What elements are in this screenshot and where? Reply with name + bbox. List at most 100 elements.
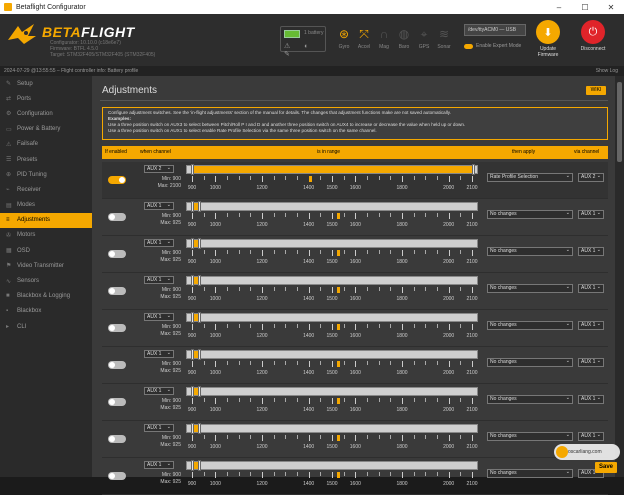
scale-tick: [262, 435, 263, 441]
range-handle-low[interactable]: [191, 238, 194, 249]
close-button[interactable]: ✕: [598, 3, 624, 12]
enable-toggle[interactable]: [108, 287, 126, 295]
via-channel-select[interactable]: AUX 1: [578, 247, 604, 256]
range-handle-low[interactable]: [191, 312, 194, 323]
range-slider[interactable]: [186, 312, 478, 323]
via-channel-select[interactable]: AUX 1: [578, 321, 604, 330]
function-select[interactable]: No changes: [487, 210, 573, 219]
range-slider[interactable]: [186, 275, 478, 286]
sidebar-item-motors[interactable]: ✇ Motors: [0, 228, 92, 243]
sidebar-item-osd[interactable]: ▦ OSD: [0, 243, 92, 258]
via-channel-select[interactable]: AUX 1: [578, 210, 604, 219]
col-range: is in range: [317, 149, 341, 155]
expert-mode-toggle[interactable]: [464, 44, 473, 49]
range-handle-high[interactable]: [197, 349, 201, 360]
range-slider[interactable]: [186, 460, 478, 471]
function-select[interactable]: No changes: [487, 395, 573, 404]
range-handle-low[interactable]: [191, 349, 194, 360]
enable-toggle[interactable]: [108, 361, 126, 369]
range-handle-high[interactable]: [197, 312, 201, 323]
via-channel-select[interactable]: AUX 2: [578, 173, 604, 182]
sidebar-item-configuration[interactable]: ⚙ Configuration: [0, 106, 92, 121]
enable-toggle[interactable]: [108, 324, 126, 332]
via-channel-select[interactable]: AUX 1: [578, 358, 604, 367]
function-select[interactable]: No changes: [487, 284, 573, 293]
function-select[interactable]: No changes: [487, 358, 573, 367]
channel-select[interactable]: AUX 1: [144, 387, 174, 395]
sensor-1: ⤧ Accel: [354, 24, 374, 58]
scale-tick: [273, 398, 275, 402]
sidebar-item-receiver[interactable]: ⌁ Receiver: [0, 182, 92, 197]
disconnect-button[interactable]: ⏻ Disconnect: [578, 20, 608, 66]
sidebar-item-cli[interactable]: ▸ CLI: [0, 319, 92, 334]
function-select[interactable]: No changes: [487, 247, 573, 256]
sidebar-item-video-transmitter[interactable]: ⚑ Video Transmitter: [0, 258, 92, 273]
channel-select[interactable]: AUX 1: [144, 202, 174, 210]
range-handle-high[interactable]: [197, 275, 201, 286]
function-select[interactable]: No changes: [487, 321, 573, 330]
channel-select[interactable]: AUX 1: [144, 350, 174, 358]
scale-label: 1400: [303, 259, 315, 265]
range-handle-high[interactable]: [197, 423, 201, 434]
sidebar-item-adjustments[interactable]: ≡ Adjustments: [0, 212, 92, 228]
port-select[interactable]: /dev/ttyACM0 — USB: [464, 24, 526, 36]
via-channel-select[interactable]: AUX 1: [578, 395, 604, 404]
range-slider[interactable]: [186, 349, 478, 360]
scale-tick: [262, 250, 263, 256]
scrollbar-thumb[interactable]: [617, 82, 622, 162]
channel-select[interactable]: AUX 1: [144, 239, 174, 247]
range-handle-low[interactable]: [191, 201, 194, 212]
sidebar-item-ports[interactable]: ⇄ Ports: [0, 91, 92, 106]
enable-toggle[interactable]: [108, 435, 126, 443]
range-handle-high[interactable]: [197, 460, 201, 471]
wiki-button[interactable]: WIKI: [586, 86, 606, 95]
range-slider[interactable]: [186, 164, 478, 175]
range-slider[interactable]: [186, 386, 478, 397]
sidebar-item-label: Adjustments: [17, 217, 51, 224]
channel-select[interactable]: AUX 1: [144, 313, 174, 321]
range-handle-high[interactable]: [472, 164, 475, 175]
range-handle-high[interactable]: [197, 238, 201, 249]
function-select[interactable]: No changes: [487, 432, 573, 441]
channel-select[interactable]: AUX 2: [144, 165, 174, 173]
sidebar-item-pid-tuning[interactable]: ⊕ PID Tuning: [0, 167, 92, 182]
enable-toggle[interactable]: [108, 176, 126, 184]
range-handle-low[interactable]: [191, 275, 194, 286]
sidebar-item-blackbox[interactable]: ▪ Blackbox: [0, 304, 92, 319]
sidebar-item-setup[interactable]: ✎ Setup: [0, 76, 92, 91]
maximize-button[interactable]: ☐: [572, 3, 598, 12]
via-channel-select[interactable]: AUX 1: [578, 432, 604, 441]
sidebar-item-power-battery[interactable]: ▭ Power & Battery: [0, 122, 92, 137]
range-handle-low[interactable]: [191, 164, 194, 175]
range-handle-low[interactable]: [191, 423, 194, 434]
range-handle-high[interactable]: [197, 201, 201, 212]
range-slider[interactable]: [186, 423, 478, 434]
sidebar-item-sensors[interactable]: ∿ Sensors: [0, 273, 92, 288]
function-select[interactable]: Rate Profile Selection: [487, 173, 573, 182]
sidebar-item-blackbox-logging[interactable]: ■ Blackbox & Logging: [0, 289, 92, 304]
sidebar-item-presets[interactable]: ☰ Presets: [0, 152, 92, 167]
enable-toggle[interactable]: [108, 398, 126, 406]
main-scrollbar[interactable]: [615, 76, 624, 477]
sidebar-item-modes[interactable]: ▤ Modes: [0, 198, 92, 213]
via-channel-select[interactable]: AUX 1: [578, 284, 604, 293]
channel-select[interactable]: AUX 1: [144, 461, 174, 469]
show-log-link[interactable]: Show Log: [596, 66, 618, 76]
enable-toggle[interactable]: [108, 472, 126, 480]
range-min: Min: 900: [161, 287, 181, 293]
enable-toggle[interactable]: [108, 250, 126, 258]
minimize-button[interactable]: –: [546, 3, 572, 12]
range-handle-low[interactable]: [191, 460, 194, 471]
channel-select[interactable]: AUX 1: [144, 424, 174, 432]
range-minmax: Min: 900 Max: 925: [145, 361, 181, 375]
range-handle-high[interactable]: [197, 386, 201, 397]
sidebar-item-failsafe[interactable]: ⚠ Failsafe: [0, 137, 92, 152]
update-firmware-icon: ⬇: [536, 20, 560, 44]
enable-toggle[interactable]: [108, 213, 126, 221]
range-slider[interactable]: [186, 238, 478, 249]
update-firmware-button[interactable]: ⬇ Update Firmware: [533, 20, 563, 66]
range-handle-low[interactable]: [191, 386, 194, 397]
channel-select[interactable]: AUX 1: [144, 276, 174, 284]
range-slider[interactable]: [186, 201, 478, 212]
save-button[interactable]: Save: [595, 462, 617, 473]
